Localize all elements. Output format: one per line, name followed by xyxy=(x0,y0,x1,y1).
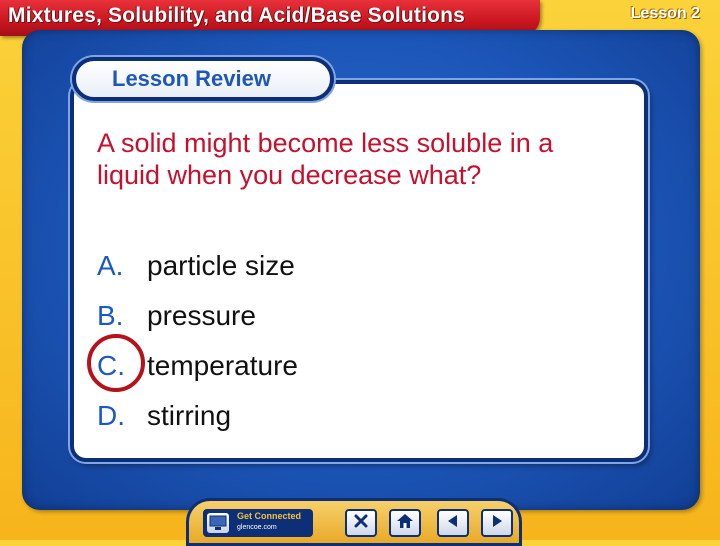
lesson-label: Lesson 2 xyxy=(630,5,700,22)
correct-answer-circle xyxy=(87,334,145,392)
review-tab-label: Lesson Review xyxy=(112,66,271,91)
close-button[interactable] xyxy=(345,509,377,537)
previous-icon xyxy=(445,513,461,534)
answer-option-c[interactable]: C. temperature xyxy=(87,334,298,400)
answer-text: pressure xyxy=(147,300,256,331)
page-title: Mixtures, Solubility, and Acid/Base Solu… xyxy=(8,4,466,27)
home-button[interactable] xyxy=(389,509,421,537)
answer-text: stirring xyxy=(147,400,232,431)
close-icon xyxy=(353,513,369,534)
get-connected-url: glencoe.com xyxy=(237,524,277,531)
answer-letter: B. xyxy=(97,300,124,331)
home-icon xyxy=(396,513,414,534)
question-text: A solid might become less soluble in a l… xyxy=(97,128,554,190)
answer-option-d[interactable]: D. stirring xyxy=(97,400,298,450)
answer-text: temperature xyxy=(147,350,298,381)
computer-icon xyxy=(207,513,229,533)
previous-button[interactable] xyxy=(437,509,469,537)
answer-text: particle size xyxy=(147,250,295,281)
next-icon xyxy=(489,513,505,534)
answer-option-a[interactable]: A. particle size xyxy=(97,250,298,300)
review-tab: Lesson Review xyxy=(72,57,334,101)
answer-letter: A. xyxy=(97,250,124,281)
answer-letter: D. xyxy=(97,400,125,431)
get-connected-label: Get Connected xyxy=(237,511,302,521)
get-connected-button[interactable]: Get Connected glencoe.com xyxy=(203,509,313,537)
navigation-bar: Get Connected glencoe.com xyxy=(186,498,522,546)
answer-list: A. particle size B. pressure C. temperature… xyxy=(87,250,298,450)
next-button[interactable] xyxy=(481,509,513,537)
